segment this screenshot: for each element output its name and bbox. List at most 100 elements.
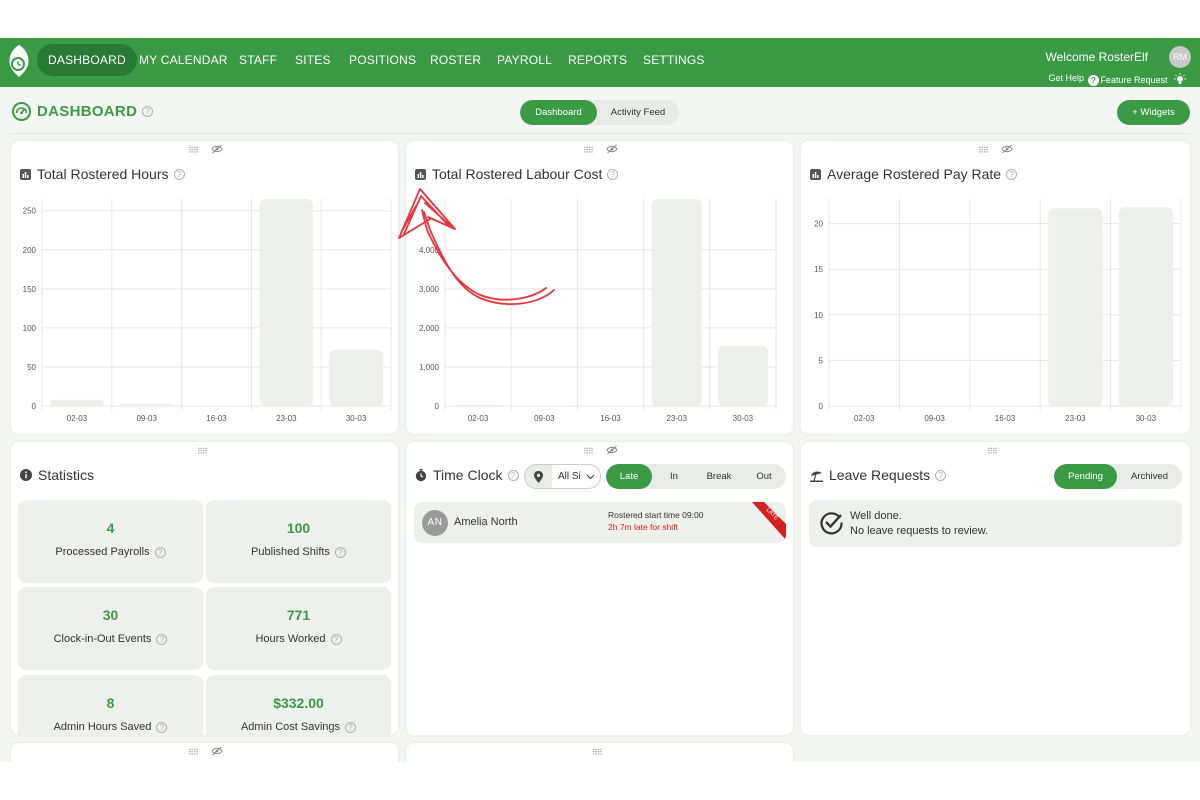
nav-roster[interactable]: ROSTER	[419, 44, 492, 76]
get-help-label: Get Help	[1048, 73, 1084, 83]
help-icon[interactable]: ?	[156, 722, 168, 733]
tab-activity-feed[interactable]: Activity Feed	[597, 100, 679, 125]
y-tick-label: 20	[814, 220, 823, 229]
tab-in[interactable]: In	[652, 464, 696, 489]
stat-label: Hours Worked?	[206, 633, 391, 645]
drag-handle-icon[interactable]: ⠿⠿	[197, 447, 208, 456]
tab-pending[interactable]: Pending	[1054, 464, 1117, 489]
user-avatar[interactable]: RM	[1169, 46, 1191, 68]
stat-admin-hours-saved: 8 Admin Hours Saved?	[18, 675, 203, 735]
bar-23-03[interactable]	[259, 199, 314, 406]
site-select-value: All Si	[558, 471, 581, 482]
nav-sites[interactable]: SITES	[284, 44, 342, 76]
page-title: DASHBOARD ?	[12, 101, 154, 121]
tab-archived[interactable]: Archived	[1117, 464, 1182, 489]
help-icon[interactable]: ?	[935, 469, 947, 481]
nav-settings[interactable]: SETTINGS	[632, 44, 716, 76]
drag-handle-icon[interactable]: ⠿⠿	[592, 748, 603, 757]
nav-reports[interactable]: REPORTS	[557, 44, 638, 76]
x-tick-label: 02-03	[67, 414, 88, 423]
y-tick-label: 5	[819, 356, 824, 365]
bar-02-03[interactable]	[453, 404, 504, 406]
x-tick-label: 09-03	[534, 414, 555, 423]
rostered-start-text: Rostered start time 09:00	[608, 510, 704, 520]
tab-late[interactable]: Late	[606, 464, 652, 489]
top-nav: DASHBOARD MY CALENDAR STAFF SITES POSITI…	[0, 38, 1200, 87]
drag-handle-icon[interactable]: ⠿⠿	[583, 447, 594, 456]
nav-staff[interactable]: STAFF	[228, 44, 288, 76]
bar-30-03[interactable]	[329, 349, 383, 406]
widget-average-rostered-pay-rate: ⠿⠿ Average Rostered Pay Rate? 0 5 10 15 20 02…	[801, 141, 1190, 434]
bar-09-03[interactable]	[519, 405, 570, 406]
y-tick-label: 200	[23, 246, 37, 255]
nav-payroll[interactable]: PAYROLL	[486, 44, 563, 76]
stat-published-shifts: 100 Published Shifts?	[206, 500, 391, 583]
hide-eye-icon[interactable]	[211, 746, 223, 756]
y-tick-label: 50	[27, 363, 36, 372]
bar-02-03[interactable]	[50, 399, 104, 406]
x-tick-label: 16-03	[600, 414, 621, 423]
stat-value: $332.00	[273, 695, 324, 711]
speedometer-icon	[12, 101, 31, 121]
add-widgets-button[interactable]: + Widgets	[1117, 100, 1190, 125]
help-icon[interactable]: ?	[154, 547, 166, 558]
y-tick-label: 4,000	[419, 246, 440, 255]
y-tick-label: 2,000	[419, 324, 440, 333]
bar-09-03[interactable]	[119, 403, 174, 406]
bar-30-03[interactable]	[717, 345, 768, 406]
info-icon	[20, 469, 32, 481]
feature-request-link[interactable]: Feature Request	[1100, 73, 1187, 85]
y-tick-label: 3,000	[419, 285, 440, 294]
app-window: DASHBOARD MY CALENDAR STAFF SITES POSITI…	[0, 38, 1200, 762]
nav-my-calendar[interactable]: MY CALENDAR	[128, 44, 239, 76]
y-tick-label: 150	[23, 285, 37, 294]
stat-label: Published Shifts?	[206, 546, 391, 558]
divider	[10, 133, 1190, 134]
hide-eye-icon[interactable]	[606, 445, 618, 455]
drag-handle-icon[interactable]: ⠿⠿	[188, 748, 199, 757]
help-icon[interactable]: ?	[345, 722, 357, 733]
stat-value: 8	[106, 695, 115, 711]
x-tick-label: 09-03	[924, 414, 945, 423]
help-icon[interactable]: ?	[334, 547, 346, 558]
widget-title-text: Statistics	[38, 467, 95, 483]
help-icon[interactable]: ?	[330, 634, 342, 645]
employee-name: Amelia North	[454, 516, 518, 528]
widget-title: Time Clock?	[415, 467, 519, 483]
widget-title-text: Time Clock	[433, 467, 503, 483]
leave-tabs: Pending Archived	[1054, 464, 1182, 489]
tab-dashboard[interactable]: Dashboard	[520, 100, 597, 125]
labour-cost-bar-chart: 0 1,000 2,000 3,000 4,000 02-03 09-03 16-03 23-0…	[419, 199, 777, 423]
y-tick-label: 100	[23, 324, 37, 333]
x-tick-label: 02-03	[468, 414, 489, 423]
x-tick-label: 23-03	[666, 414, 687, 423]
bar-23-03[interactable]	[1048, 208, 1103, 406]
location-pin-icon	[525, 465, 552, 488]
widget-partial-left: ⠿⠿	[11, 743, 398, 762]
pay-rate-bar-chart: 0 5 10 15 20 02-03 09-03 16-03 23-03 30-03	[814, 199, 1182, 423]
tab-out[interactable]: Out	[742, 464, 786, 489]
tab-break[interactable]: Break	[696, 464, 742, 489]
help-icon[interactable]: ?	[507, 469, 519, 481]
widget-total-rostered-hours: ⠿⠿ Total Rostered Hours? 0 50 100 150 200 250…	[11, 141, 398, 434]
stat-admin-cost-savings: $332.00 Admin Cost Savings?	[206, 675, 391, 735]
welcome-text: Welcome RosterElf	[1045, 50, 1148, 64]
time-clock-entry[interactable]: AN Amelia North Rostered start time 09:0…	[414, 502, 786, 543]
stat-value: 4	[106, 520, 115, 536]
help-icon[interactable]: ?	[142, 105, 154, 117]
bar-30-03[interactable]	[1118, 207, 1173, 406]
nav-dashboard[interactable]: DASHBOARD	[37, 44, 137, 76]
bar-23-03[interactable]	[651, 199, 702, 406]
widget-total-rostered-labour-cost: ⠿⠿ Total Rostered Labour Cost? 0 1,000 2,0…	[406, 141, 793, 434]
stat-label: Admin Hours Saved?	[18, 721, 203, 733]
view-toggle: Dashboard Activity Feed	[520, 100, 679, 125]
nav-positions[interactable]: POSITIONS	[338, 44, 427, 76]
widget-title: Leave Requests?	[810, 467, 947, 483]
drag-handle-icon[interactable]: ⠿⠿	[987, 447, 998, 456]
help-icon[interactable]: ?	[156, 634, 168, 645]
leave-message-body: No leave requests to review.	[850, 525, 989, 537]
get-help-link[interactable]: Get Help?	[1048, 73, 1099, 86]
rosterelf-logo-icon[interactable]	[6, 43, 32, 79]
site-select[interactable]: All Si	[524, 464, 601, 489]
y-tick-label: 15	[814, 265, 823, 274]
